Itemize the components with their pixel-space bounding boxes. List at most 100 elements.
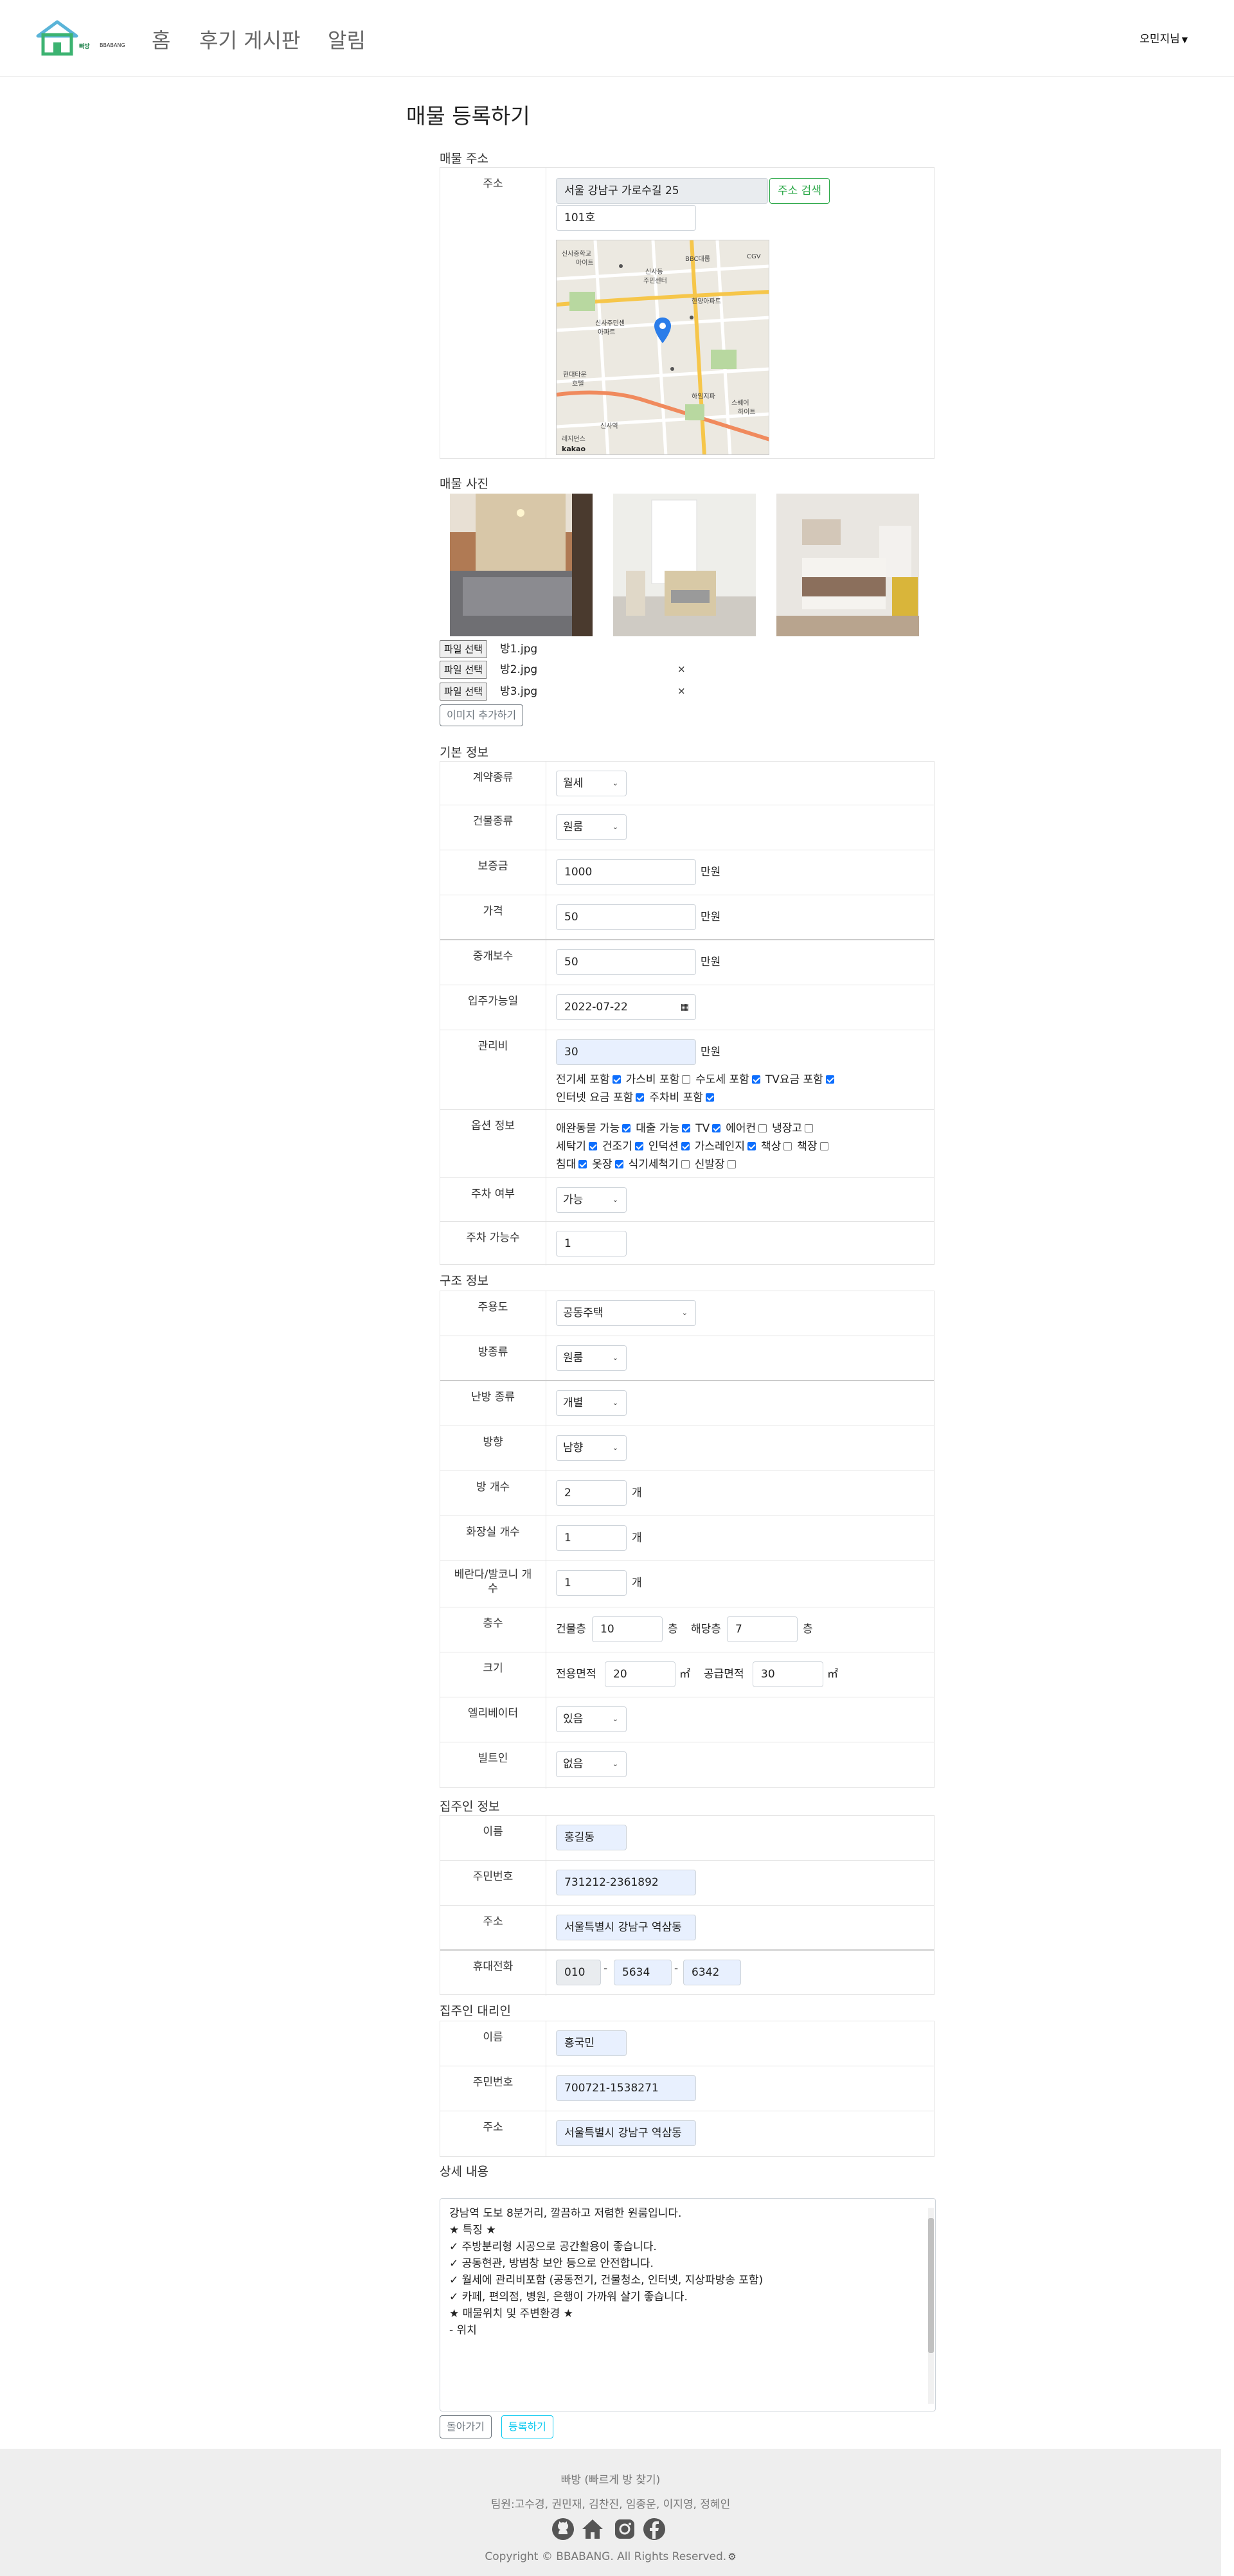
agent-rrn-input[interactable]: 700721-1538271 bbox=[556, 2075, 696, 2101]
option-shoe-rack-checkbox[interactable] bbox=[727, 1160, 736, 1168]
building-type-select[interactable]: 원룸 ⌄ bbox=[556, 814, 627, 840]
price-input[interactable]: 50 bbox=[556, 904, 696, 930]
phone-separator: - bbox=[674, 1962, 679, 1975]
supply-area-input[interactable]: 30 bbox=[753, 1661, 823, 1687]
option-gasrange-checkbox[interactable] bbox=[747, 1142, 756, 1150]
submit-button[interactable]: 등록하기 bbox=[501, 2415, 553, 2438]
parking-select[interactable]: 가능 ⌄ bbox=[556, 1187, 627, 1213]
building-floors-unit: 층 bbox=[668, 1623, 678, 1636]
github-icon[interactable] bbox=[551, 2518, 575, 2541]
back-button[interactable]: 돌아가기 bbox=[440, 2415, 492, 2438]
room-photo-3[interactable] bbox=[776, 494, 919, 636]
option-tv-checkbox[interactable] bbox=[712, 1124, 721, 1132]
address-search-button[interactable]: 주소 검색 bbox=[769, 178, 830, 204]
rooms-input[interactable]: 2 bbox=[556, 1480, 627, 1506]
nav-notice-link[interactable]: 알림 bbox=[328, 24, 366, 54]
heating-select[interactable]: 개별 ⌄ bbox=[556, 1390, 627, 1416]
user-menu-dropdown[interactable]: 오민지님 ▼ bbox=[1140, 30, 1188, 46]
utility-tv-checkbox[interactable] bbox=[825, 1075, 834, 1084]
option-dryer-checkbox[interactable] bbox=[634, 1142, 643, 1150]
file-select-button-1[interactable]: 파일 선택 bbox=[440, 640, 487, 658]
owner-name-row: 이름 홍길동 bbox=[440, 1816, 934, 1861]
maintenance-label: 관리비 bbox=[440, 1030, 546, 1109]
file-select-button-2[interactable]: 파일 선택 bbox=[440, 661, 487, 679]
owner-name-label: 이름 bbox=[440, 1816, 546, 1860]
direction-select[interactable]: 남향 ⌄ bbox=[556, 1435, 627, 1461]
home-icon[interactable] bbox=[581, 2518, 604, 2541]
option-dishwasher-checkbox[interactable] bbox=[681, 1160, 690, 1168]
remove-file-icon-2[interactable]: × bbox=[677, 663, 686, 675]
deposit-input[interactable]: 1000 bbox=[556, 859, 696, 885]
option-pet-label: 애완동물 가능 bbox=[556, 1122, 620, 1135]
option-induction-checkbox[interactable] bbox=[681, 1142, 690, 1150]
option-desk-label: 책상 bbox=[760, 1140, 782, 1153]
map-label: 하임지파 bbox=[692, 393, 715, 400]
zoning-label: 주용도 bbox=[440, 1291, 546, 1336]
exclusive-area-input[interactable]: 20 bbox=[605, 1661, 675, 1687]
remove-file-icon-3[interactable]: × bbox=[677, 685, 686, 697]
agent-rrn-row: 주민번호 700721-1538271 bbox=[440, 2066, 934, 2111]
option-aircon-checkbox[interactable] bbox=[758, 1124, 767, 1132]
utility-parking-checkbox[interactable] bbox=[705, 1093, 714, 1102]
room-photo-1[interactable] bbox=[450, 494, 593, 636]
nav-home-link[interactable]: 홈 bbox=[152, 24, 170, 54]
option-washer-checkbox[interactable] bbox=[588, 1142, 597, 1150]
gear-icon[interactable]: ⚙ bbox=[728, 2551, 736, 2563]
room-type-select[interactable]: 원룸 ⌄ bbox=[556, 1345, 627, 1371]
agent-address-row: 주소 서울특별시 강남구 역삼동 bbox=[440, 2111, 934, 2156]
textarea-scrollbar-thumb[interactable] bbox=[928, 2218, 934, 2353]
add-image-button[interactable]: 이미지 추가하기 bbox=[440, 704, 524, 726]
location-map[interactable]: 신사중학교 아이트 BBC대룹 신사동 주민센터 CGV 한양아파트 신사주민센… bbox=[556, 240, 769, 455]
detail-textarea[interactable]: 강남역 도보 8분거리, 깔끔하고 저렴한 원룸입니다. ★ 특징 ★ ✓ 주방… bbox=[440, 2198, 936, 2411]
bathrooms-input[interactable]: 1 bbox=[556, 1525, 627, 1551]
option-fridge-checkbox[interactable] bbox=[805, 1124, 814, 1132]
option-closet-checkbox[interactable] bbox=[614, 1160, 623, 1168]
option-pet-checkbox[interactable] bbox=[622, 1124, 631, 1132]
room-photo-2[interactable] bbox=[613, 494, 756, 636]
file-select-button-3[interactable]: 파일 선택 bbox=[440, 683, 487, 701]
building-floors-input[interactable]: 10 bbox=[592, 1616, 663, 1642]
map-label: 레지던스 bbox=[562, 436, 586, 443]
commission-input[interactable]: 50 bbox=[556, 949, 696, 975]
utility-electric-checkbox[interactable] bbox=[612, 1075, 621, 1084]
nav-reviews-link[interactable]: 후기 게시판 bbox=[199, 24, 300, 54]
balcony-input[interactable]: 1 bbox=[556, 1570, 627, 1596]
contract-type-select[interactable]: 월세 ⌄ bbox=[556, 771, 627, 796]
phone-prefix-input[interactable]: 010 bbox=[556, 1960, 601, 1985]
detail-line: 강남역 도보 8분거리, 깔끔하고 저렴한 원룸입니다. bbox=[449, 2207, 682, 2220]
calendar-icon[interactable]: ▦ bbox=[681, 995, 689, 1019]
parking-count-input[interactable]: 1 bbox=[556, 1231, 627, 1257]
agent-address-input[interactable]: 서울특별시 강남구 역삼동 bbox=[556, 2120, 696, 2146]
option-bed-checkbox[interactable] bbox=[578, 1160, 587, 1168]
utility-internet-checkbox[interactable] bbox=[636, 1093, 645, 1102]
move-in-date-value: 2022-07-22 bbox=[564, 1001, 628, 1014]
zoning-select[interactable]: 공동주택 ⌄ bbox=[556, 1300, 696, 1326]
parking-count-label: 주차 가능수 bbox=[440, 1222, 546, 1266]
parking-label: 주차 여부 bbox=[440, 1178, 546, 1221]
address-detail-input[interactable]: 101호 bbox=[556, 205, 696, 231]
instagram-icon[interactable] bbox=[613, 2518, 636, 2541]
owner-address-input[interactable]: 서울특별시 강남구 역삼동 bbox=[556, 1915, 696, 1940]
agent-name-input[interactable]: 홍국민 bbox=[556, 2030, 627, 2056]
utility-gas-checkbox[interactable] bbox=[682, 1075, 691, 1084]
elevator-select[interactable]: 있음 ⌄ bbox=[556, 1706, 627, 1732]
target-floor-input[interactable]: 7 bbox=[727, 1616, 798, 1642]
owner-rrn-input[interactable]: 731212-2361892 bbox=[556, 1870, 696, 1895]
commission-row: 중개보수 50 만원 bbox=[440, 940, 934, 985]
price-unit: 만원 bbox=[701, 911, 721, 924]
facebook-icon[interactable] bbox=[643, 2518, 666, 2541]
bathrooms-unit: 개 bbox=[632, 1532, 642, 1544]
file-name-3: 방3.jpg bbox=[500, 685, 538, 698]
option-desk-checkbox[interactable] bbox=[783, 1142, 792, 1150]
brand-logo[interactable]: 빠방 BBABANG bbox=[35, 19, 125, 58]
utility-water-checkbox[interactable] bbox=[751, 1075, 760, 1084]
builtin-select[interactable]: 없음 ⌄ bbox=[556, 1751, 627, 1777]
maintenance-input[interactable]: 30 bbox=[556, 1039, 696, 1065]
address-input[interactable]: 서울 강남구 가로수길 25 bbox=[556, 178, 768, 204]
phone-middle-input[interactable]: 5634 bbox=[614, 1960, 672, 1985]
move-in-date-input[interactable]: 2022-07-22 ▦ bbox=[556, 994, 696, 1020]
option-loan-checkbox[interactable] bbox=[682, 1124, 691, 1132]
phone-last-input[interactable]: 6342 bbox=[683, 1960, 741, 1985]
owner-name-input[interactable]: 홍길동 bbox=[556, 1825, 627, 1850]
option-bookshelf-checkbox[interactable] bbox=[819, 1142, 828, 1150]
